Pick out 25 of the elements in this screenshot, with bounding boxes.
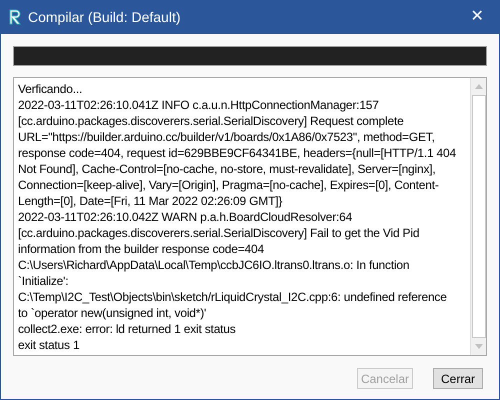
dialog-button[interactable]: Cerrar	[433, 368, 483, 389]
scroll-down-icon[interactable]	[474, 344, 482, 349]
log-line: information from the builder response code=404	[18, 241, 265, 257]
log-line: Length=[0], Date=[Fri, 11 Mar 2022 02:26:09 GMT]}	[18, 193, 284, 209]
close-button[interactable]: ✕	[465, 5, 489, 29]
log-line: Connection=[keep-alive], Vary=[Origin], Pragma=[no-cache], Expires=[0], Content-	[18, 177, 440, 193]
log-line: exit status 1	[18, 337, 80, 353]
window-title: Compilar (Build: Default)	[28, 8, 180, 27]
log-line: response code=404, request id=629BBE9CF64341BE, headers={null=[HTTP/1.1 404	[18, 145, 457, 161]
log-line: to `operator new(unsigned int, void*)'	[18, 305, 208, 321]
log-line: Verficando...	[18, 81, 84, 97]
log-line: Not Found], Cache-Control=[no-cache, no-store, must-revalidate], Server=[nginx],	[18, 161, 437, 177]
log-line: 2022-03-11T02:26:10.042Z WARN p.a.h.BoardCloudResolver:64	[18, 209, 354, 225]
log-line: C:\Temp\I2C_Test\Objects\bin\sketch/rLiquidCrystal_I2C.cpp:6: undefined reference	[18, 289, 448, 305]
log-line: 2022-03-11T02:26:10.041Z INFO c.a.u.n.HttpConnectionManager:157	[18, 97, 380, 113]
log-line: [cc.arduino.packages.discoverers.serial.SerialDiscovery] Request complete	[18, 113, 405, 129]
log-line: `Initialize':	[18, 273, 70, 289]
scroll-up-icon[interactable]	[474, 84, 482, 89]
app-logo-icon	[8, 9, 22, 25]
log-line: URL="https://builder.arduino.cc/builder/v1/boards/0x1A86/0x7523", method=GET,	[18, 129, 436, 145]
scrollbar[interactable]	[470, 78, 486, 355]
log-line: collect2.exe: error: ld returned 1 exit status	[18, 321, 237, 337]
scroll-thumb[interactable]	[472, 95, 486, 338]
log-line: [cc.arduino.packages.discoverers.serial.SerialDiscovery] Fail to get the Vid Pid	[18, 225, 420, 241]
log-line: C:\Users\Richard\AppData\Local\Temp\ccbJC6IO.ltrans0.ltrans.o: In function	[18, 257, 410, 273]
